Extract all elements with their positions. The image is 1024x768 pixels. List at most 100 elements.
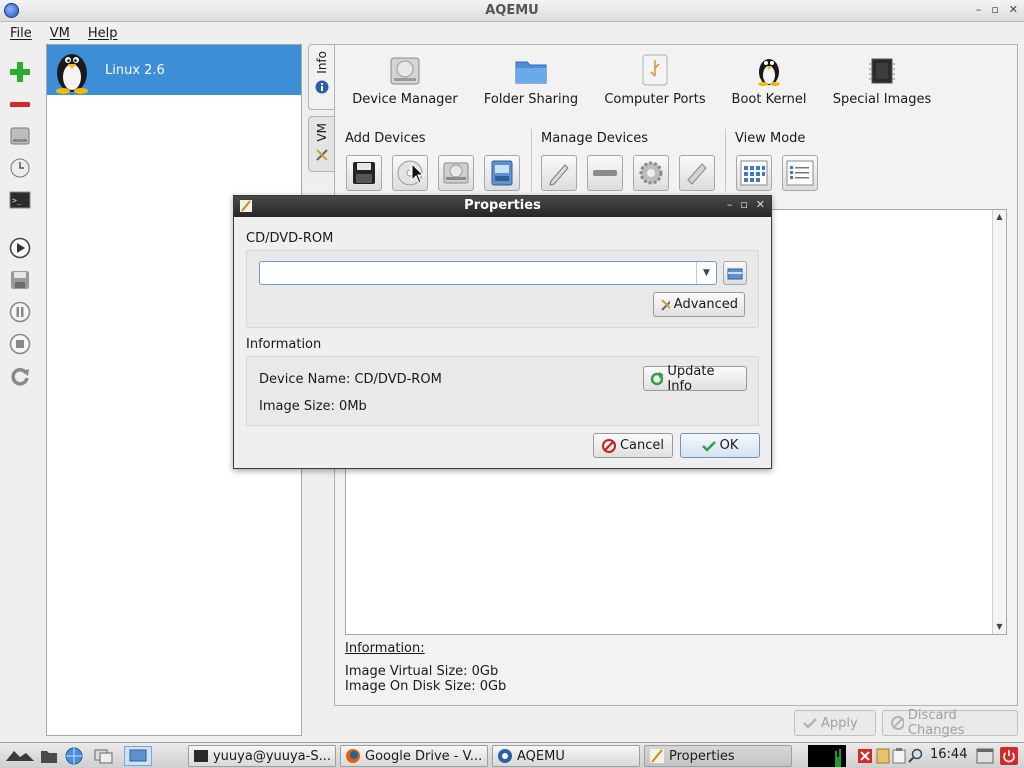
taskbar: yuuya@yuuya-S... Google Drive - V... AQE…: [0, 742, 1024, 768]
save-icon: [11, 271, 29, 289]
monitor-icon: [129, 749, 147, 762]
left-toolbar: >_: [0, 52, 40, 742]
taskbar-item-label: Google Drive - V...: [365, 748, 483, 764]
firefox-icon: [346, 749, 360, 763]
clear-device-button[interactable]: [679, 155, 715, 191]
apply-button[interactable]: Apply: [794, 710, 876, 736]
browse-image-button[interactable]: [723, 261, 747, 285]
cancel-button[interactable]: Cancel: [593, 433, 673, 458]
browser-launcher[interactable]: [64, 746, 84, 768]
terminal-button[interactable]: >_: [8, 188, 32, 212]
start-menu-button[interactable]: [4, 747, 36, 768]
vm-list-item[interactable]: Linux 2.6: [47, 45, 301, 95]
pencil-icon: [650, 749, 664, 763]
start-vm-button[interactable]: [8, 236, 32, 260]
window-controls: – ▫ ✕: [976, 3, 1018, 16]
hdd-button[interactable]: [8, 124, 32, 148]
image-disk-size: Image On Disk Size: 0Gb: [345, 679, 507, 694]
tab-info[interactable]: Info: [308, 44, 334, 110]
minus-icon: [593, 170, 617, 176]
power-button[interactable]: [1000, 747, 1018, 768]
plus-icon: [10, 62, 30, 82]
image-path-combo[interactable]: ▼: [259, 261, 717, 285]
add-image-button[interactable]: [484, 155, 520, 191]
pause-vm-button[interactable]: [8, 300, 32, 324]
show-desktop-launcher[interactable]: [94, 747, 114, 768]
menu-file[interactable]: File: [10, 26, 32, 41]
stop-vm-button[interactable]: [8, 332, 32, 356]
ok-button[interactable]: OK: [680, 433, 760, 458]
edit-device-button[interactable]: [541, 155, 577, 191]
taskbar-item-properties[interactable]: Properties: [644, 745, 792, 767]
aqemu-app-icon: [498, 749, 512, 763]
chevron-down-icon[interactable]: ▼: [696, 262, 716, 284]
tools-icon: [315, 148, 328, 161]
device-manager-label: Device Manager: [352, 92, 458, 107]
update-info-label: Update Info: [667, 363, 715, 394]
check-icon: [803, 718, 817, 729]
tools-icon: [661, 298, 670, 311]
taskbar-item-terminal[interactable]: yuuya@yuuya-S...: [188, 745, 336, 767]
pencil-icon: [549, 164, 569, 186]
close-button[interactable]: ✕: [1009, 3, 1018, 16]
tray-search-icon[interactable]: [908, 748, 924, 768]
maximize-button[interactable]: ▫: [991, 3, 998, 16]
special-images-button[interactable]: Special Images: [815, 45, 949, 111]
device-list-scrollbar[interactable]: ▲ ▼: [992, 210, 1006, 634]
tray-window-icon[interactable]: [976, 748, 994, 768]
tray-clipboard-icon[interactable]: [892, 748, 906, 768]
image-virtual-size: Image Virtual Size: 0Gb: [345, 664, 499, 679]
device-properties-button[interactable]: [633, 155, 669, 191]
dialog-maximize-button[interactable]: ▫: [740, 198, 747, 211]
check-icon: [701, 440, 716, 452]
computer-ports-button[interactable]: Computer Ports: [587, 45, 723, 111]
top-icon-bar: Device Manager Folder Sharing Computer P…: [335, 45, 1017, 113]
workspace-switcher[interactable]: [124, 746, 152, 766]
tray-notes-icon[interactable]: [876, 748, 890, 768]
clock-button[interactable]: [8, 156, 32, 180]
dialog-close-button[interactable]: ✕: [756, 198, 765, 211]
add-floppy-button[interactable]: [346, 155, 382, 191]
add-hdd-button[interactable]: [438, 155, 474, 191]
device-toolbar: Add Devices Manage Devices View Mode: [335, 125, 1017, 195]
tab-vm-label: VM: [314, 123, 329, 142]
globe-icon: [65, 747, 83, 765]
window-title: AQEMU: [485, 3, 539, 18]
scroll-up-arrow-icon[interactable]: ▲: [993, 210, 1006, 224]
dialog-minimize-button[interactable]: –: [727, 198, 733, 211]
file-manager-launcher[interactable]: [40, 747, 58, 768]
taskbar-item-aqemu[interactable]: AQEMU: [492, 745, 640, 767]
info-heading: Information:: [345, 641, 425, 656]
device-name-text: Device Name: CD/DVD-ROM: [259, 372, 442, 387]
advanced-button[interactable]: Advanced: [653, 292, 745, 317]
stop-icon: [9, 333, 31, 355]
play-icon: [9, 237, 31, 259]
remove-device-button[interactable]: [587, 155, 623, 191]
minimize-button[interactable]: –: [976, 3, 982, 16]
cancel-label: Cancel: [619, 438, 665, 453]
reset-vm-button[interactable]: [8, 364, 32, 388]
folder-icon: [515, 61, 547, 84]
scroll-down-arrow-icon[interactable]: ▼: [993, 620, 1006, 634]
computer-ports-label: Computer Ports: [604, 92, 706, 107]
menu-vm[interactable]: VM: [50, 26, 70, 41]
taskbar-item-browser[interactable]: Google Drive - V...: [340, 745, 488, 767]
discard-changes-button[interactable]: Discard Changes: [882, 708, 1018, 738]
tray-close-icon[interactable]: [858, 749, 872, 767]
save-vm-button[interactable]: [8, 268, 32, 292]
special-images-label: Special Images: [832, 92, 932, 107]
tab-vm[interactable]: VM: [308, 116, 334, 172]
device-manager-button[interactable]: Device Manager: [335, 45, 475, 111]
list-view-button[interactable]: [782, 155, 818, 191]
list-view-icon: [786, 160, 814, 186]
update-info-button[interactable]: Update Info: [643, 363, 747, 394]
grid-view-icon: [740, 160, 768, 186]
boot-kernel-button[interactable]: Boot Kernel: [723, 45, 815, 111]
menu-help[interactable]: Help: [88, 26, 118, 41]
icon-view-button[interactable]: [736, 155, 772, 191]
remove-vm-button[interactable]: [8, 92, 32, 116]
add-vm-button[interactable]: [8, 60, 32, 84]
hard-disk-icon: [443, 162, 469, 184]
image-path-input[interactable]: [263, 263, 693, 283]
folder-sharing-button[interactable]: Folder Sharing: [475, 45, 587, 111]
